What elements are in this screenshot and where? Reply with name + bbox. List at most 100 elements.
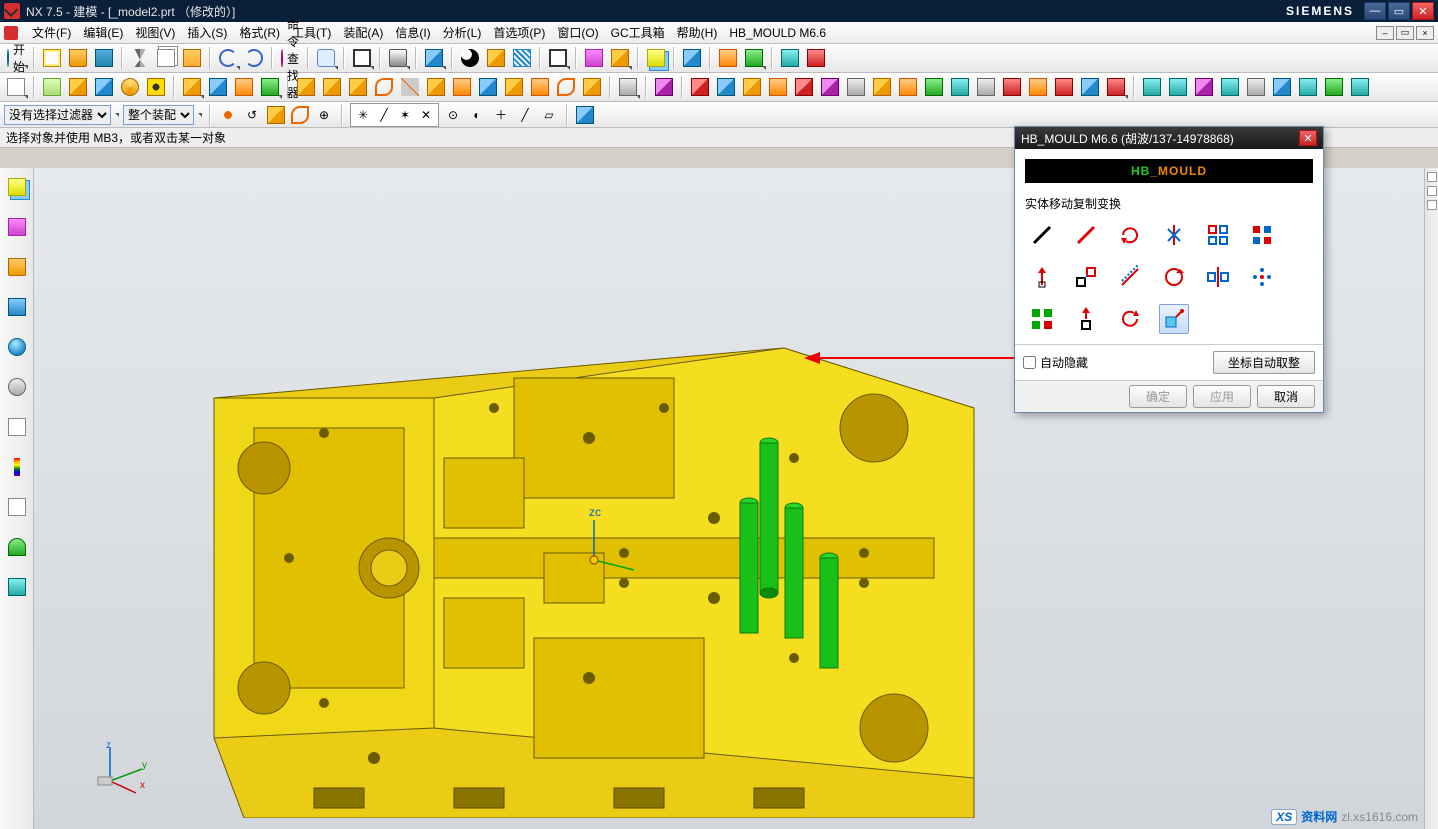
hb-attr-button[interactable] [1000,75,1024,99]
angle-button[interactable] [804,46,828,70]
move-by-line-button[interactable] [1027,220,1057,250]
menu-help[interactable]: 帮助(H) [671,22,724,43]
hb-surf4-button[interactable] [1218,75,1242,99]
translate-xy-button[interactable] [1159,304,1189,334]
open-button[interactable] [66,46,90,70]
true-shading-button[interactable] [458,46,482,70]
hb-gate-button[interactable] [922,75,946,99]
mirror-copy-button[interactable] [1203,262,1233,292]
menu-hbmould[interactable]: HB_MOULD M6.6 [723,24,832,42]
hb-surf6-button[interactable] [1270,75,1294,99]
menu-preferences[interactable]: 首选项(P) [487,22,551,43]
cut-button[interactable] [128,46,152,70]
start-button[interactable]: 开始 [4,47,28,69]
wireframe-button[interactable] [510,46,534,70]
array-rect-button[interactable] [1203,220,1233,250]
selection-scope-combo[interactable]: 整个装配 [123,105,194,125]
trim-button[interactable] [476,75,500,99]
orient-button[interactable] [484,46,508,70]
assembly-nav-button[interactable] [644,46,668,70]
save-button[interactable] [92,46,116,70]
dialog-ok-button[interactable]: 确定 [1129,385,1187,408]
hb-pocket-button[interactable] [896,75,920,99]
hb-stdpart-button[interactable] [714,75,738,99]
auto-hide-checkbox[interactable]: 自动隐藏 [1023,354,1088,371]
snap-types-button[interactable] [266,105,286,125]
fit-view-button[interactable] [350,46,374,70]
auto-hide-input[interactable] [1023,356,1036,369]
hb-surf5-button[interactable] [1244,75,1268,99]
undo-button[interactable] [216,46,240,70]
mdi-minimize-button[interactable]: – [1376,26,1394,40]
unite-button[interactable] [294,75,318,99]
rail-toggle-2[interactable] [1427,186,1437,196]
snap-endpoint-button[interactable]: ✳ [353,105,373,125]
hb-surf3-button[interactable] [1192,75,1216,99]
dialog-titlebar[interactable]: HB_MOULD M6.6 (胡波/137-14978868) ✕ [1015,127,1323,149]
subtract-button[interactable] [320,75,344,99]
redo-button[interactable] [242,46,266,70]
snap-general-button[interactable] [218,105,238,125]
paste-button[interactable] [180,46,204,70]
selection-filter-combo[interactable]: 没有选择过滤器 [4,105,111,125]
dialog-apply-button[interactable]: 应用 [1193,385,1251,408]
hb-insert-button[interactable] [870,75,894,99]
snap-intersect-button[interactable]: ✕ [416,105,436,125]
roles-tab[interactable] [4,534,30,560]
menu-file[interactable]: 文件(F) [26,22,77,43]
hb-drawing-button[interactable] [1104,75,1128,99]
hb-lifter-button[interactable] [844,75,868,99]
shell-button[interactable] [450,75,474,99]
hb-surf8-button[interactable] [1322,75,1346,99]
mdi-restore-button[interactable]: ▭ [1396,26,1414,40]
mirror-quad-button[interactable] [1247,220,1277,250]
layer-button[interactable] [422,46,446,70]
sphere-button[interactable] [258,75,282,99]
snap-curve-button[interactable] [290,105,310,125]
snap-oncurve-button[interactable]: ╱ [515,105,535,125]
feature-replay-button[interactable] [616,75,640,99]
move-up-button[interactable] [1071,304,1101,334]
render-tab[interactable] [4,454,30,480]
menu-window[interactable]: 窗口(O) [551,22,604,43]
ie-tab[interactable] [4,334,30,360]
object-info-button[interactable] [314,46,338,70]
reuse-library-tab[interactable] [4,254,30,280]
part-navigator-tab[interactable] [4,214,30,240]
hb-runner-button[interactable] [948,75,972,99]
offset-button[interactable] [528,75,552,99]
menu-insert[interactable]: 插入(S) [181,22,233,43]
shaded-button[interactable] [386,46,410,70]
move-point-button[interactable] [1027,262,1057,292]
rail-toggle-3[interactable] [1427,200,1437,210]
intersect-button[interactable] [346,75,370,99]
hb-surf1-button[interactable] [1140,75,1164,99]
hb-screw-button[interactable] [740,75,764,99]
draft-button[interactable] [424,75,448,99]
rotate-ccw-button[interactable] [1115,304,1145,334]
snap-toggle-button[interactable]: ↺ [242,105,262,125]
snap-center-button[interactable]: ⊙ [443,105,463,125]
scale-button[interactable] [554,75,578,99]
hb-moldbase-button[interactable] [688,75,712,99]
drafting-tab[interactable] [4,494,30,520]
extrude-button[interactable] [92,75,116,99]
snap-existing-button[interactable]: ＋ [491,105,511,125]
cone-button[interactable] [232,75,256,99]
command-finder-button[interactable]: 命令查找器 [278,47,302,69]
close-button[interactable]: ✕ [1412,2,1434,20]
datum-axis-button[interactable] [66,75,90,99]
hb-cooling-button[interactable] [792,75,816,99]
hb-analyze-button[interactable] [652,75,676,99]
snap-other-button[interactable]: ⊕ [314,105,334,125]
mirror-axis-button[interactable] [1159,220,1189,250]
rotate-copy-button[interactable] [1159,262,1189,292]
minimize-button[interactable]: — [1364,2,1386,20]
dialog-close-button[interactable]: ✕ [1299,130,1317,146]
menu-assembly[interactable]: 装配(A) [337,22,389,43]
rotate-button[interactable] [1115,220,1145,250]
split-button[interactable] [502,75,526,99]
new-button[interactable] [40,46,64,70]
revolve-button[interactable] [118,75,142,99]
pattern-circular-button[interactable] [1247,262,1277,292]
